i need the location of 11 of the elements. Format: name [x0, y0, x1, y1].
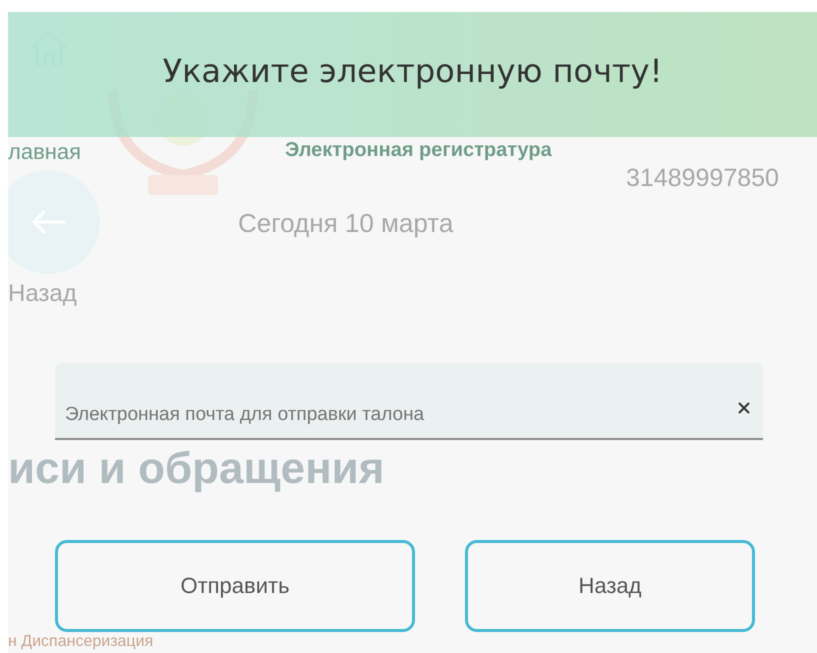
email-field[interactable]: Электронная почта для отправки талона	[55, 363, 763, 440]
date-text: Сегодня 10 марта	[238, 208, 454, 239]
submit-button[interactable]: Отправить	[55, 540, 415, 632]
clear-icon[interactable]	[737, 401, 751, 415]
section-heading: иси и обращения	[8, 444, 384, 494]
phone-number: 31489997850	[626, 164, 779, 193]
back-button[interactable]: Назад	[465, 540, 755, 632]
back-label: Назад	[8, 280, 77, 308]
dialog-title: Укажите электронную почту!	[162, 52, 662, 90]
site-title: Электронная регистратура	[285, 139, 552, 162]
list-item: н Диспансеризация	[8, 633, 154, 651]
